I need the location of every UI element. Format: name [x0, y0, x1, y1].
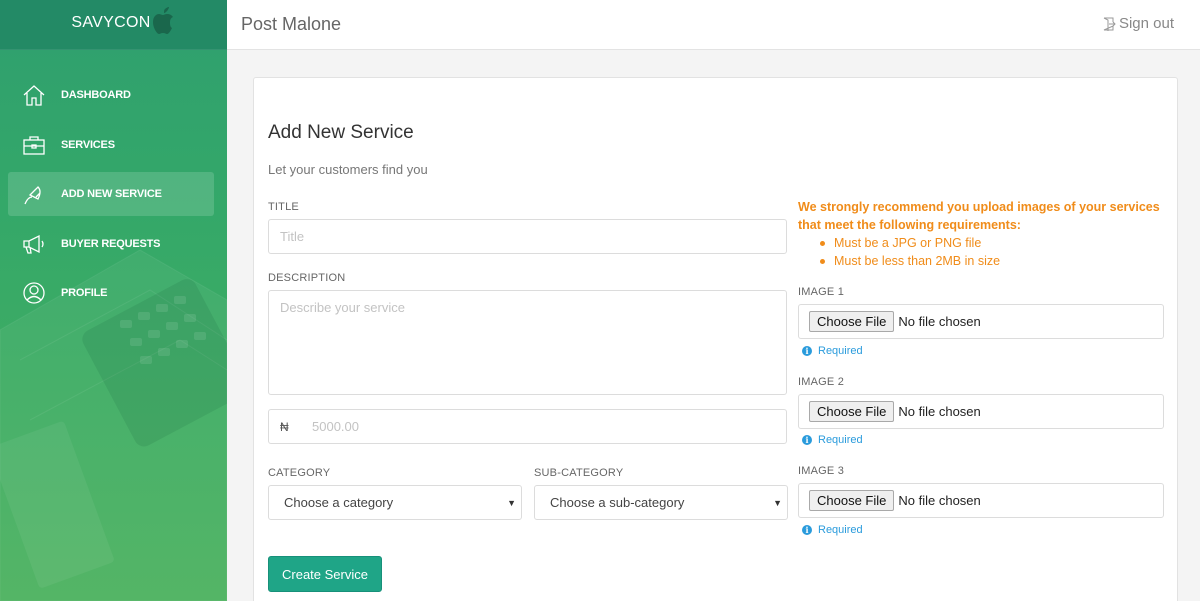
home-icon — [23, 85, 45, 106]
sidebar-item-add-new-service[interactable]: ADD NEW SERVICE — [8, 172, 214, 216]
subcategory-select[interactable]: Choose a sub-category ▼ — [534, 485, 788, 520]
user-name: Post Malone — [241, 14, 342, 34]
megaphone-icon — [23, 234, 44, 254]
image-2-file-input: Choose File No file chosen — [798, 394, 1164, 429]
required-hint: i Required — [802, 524, 863, 536]
sidebar-item-label: DASHBOARD — [61, 89, 131, 101]
info-icon: i — [802, 525, 812, 535]
sidebar-item-services[interactable]: SERVICES — [8, 123, 214, 167]
chevron-down-icon: ▼ — [507, 498, 516, 508]
image-1-file-input: Choose File No file chosen — [798, 304, 1164, 339]
required-hint: i Required — [802, 345, 863, 357]
price-input[interactable] — [302, 411, 772, 442]
image-3-file-input: Choose File No file chosen — [798, 483, 1164, 518]
recommendation-text: We strongly recommend you upload images … — [798, 200, 1160, 232]
sidebar-item-label: PROFILE — [61, 287, 108, 299]
currency-symbol: ₦ — [280, 420, 289, 434]
sidebar-item-profile[interactable]: PROFILE — [8, 271, 214, 315]
choose-file-button[interactable]: Choose File — [809, 311, 895, 332]
category-label: CATEGORY — [268, 467, 331, 479]
page-title: Add New Service — [268, 122, 414, 143]
image-3-label: IMAGE 3 — [798, 465, 845, 477]
plug-icon — [24, 186, 41, 205]
briefcase-icon — [23, 135, 45, 155]
top-bar: Post Malone Sign out — [227, 0, 1200, 50]
subcategory-select-value: Choose a sub-category — [550, 495, 685, 510]
signout-label: Sign out — [1118, 15, 1174, 32]
title-input[interactable] — [268, 219, 787, 254]
sidebar-item-buyer-requests[interactable]: BUYER REQUESTS — [8, 222, 214, 266]
required-hint: i Required — [802, 434, 863, 446]
signout-link[interactable]: Sign out — [1103, 15, 1174, 32]
image-recommendation: We strongly recommend you upload images … — [798, 198, 1163, 270]
price-input-group: ₦ — [268, 409, 787, 444]
sidebar-item-dashboard[interactable]: DASHBOARD — [8, 73, 214, 117]
info-icon: i — [802, 435, 812, 445]
sidebar-item-label: SERVICES — [61, 138, 115, 151]
requirements-list: Must be a JPG or PNG file Must be less t… — [818, 234, 1163, 270]
requirement-item: Must be a JPG or PNG file — [818, 234, 1163, 252]
add-service-card: Add New Service Let your customers find … — [253, 77, 1178, 601]
create-service-button[interactable]: Create Service — [268, 556, 382, 592]
choose-file-button[interactable]: Choose File — [809, 401, 895, 422]
sidebar-item-label: ADD NEW SERVICE — [61, 188, 162, 200]
category-select-value: Choose a category — [284, 495, 394, 510]
file-status: No file chosen — [898, 404, 981, 419]
info-icon: i — [802, 346, 812, 356]
file-status: No file chosen — [898, 493, 981, 508]
title-label: TITLE — [268, 201, 299, 213]
page-subtitle: Let your customers find you — [268, 162, 428, 177]
chevron-down-icon: ▼ — [773, 498, 782, 508]
requirement-item: Must be less than 2MB in size — [818, 252, 1163, 270]
description-label: DESCRIPTION — [268, 272, 346, 284]
category-select[interactable]: Choose a category ▼ — [268, 485, 522, 520]
sidebar-item-label: BUYER REQUESTS — [61, 237, 161, 250]
brand-name[interactable]: SAVYCON — [0, 14, 222, 32]
description-textarea[interactable] — [268, 290, 787, 395]
sidebar-nav: DASHBOARD SERVICES ADD NEW SERVICE BUYER… — [8, 73, 214, 321]
subcategory-label: SUB-CATEGORY — [534, 467, 624, 479]
file-status: No file chosen — [898, 314, 981, 329]
image-2-label: IMAGE 2 — [798, 376, 845, 388]
user-circle-icon — [23, 282, 45, 304]
choose-file-button[interactable]: Choose File — [809, 490, 895, 511]
required-text: Required — [818, 524, 863, 536]
required-text: Required — [818, 434, 863, 446]
sidebar: SAVYCON DASHBOARD SERVICES ADD NEW SERVI… — [0, 0, 227, 601]
signout-icon — [1103, 17, 1116, 31]
image-1-label: IMAGE 1 — [798, 286, 845, 298]
required-text: Required — [818, 345, 863, 357]
